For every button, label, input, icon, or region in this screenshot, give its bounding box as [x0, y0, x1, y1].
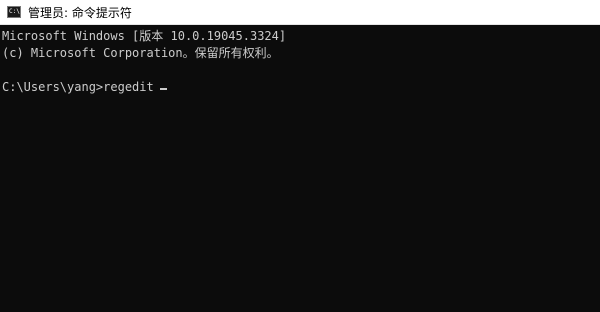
console-output-area[interactable]: Microsoft Windows [版本 10.0.19045.3324] (…: [0, 25, 600, 312]
cmd-console-icon: C:\: [7, 6, 21, 18]
console-version-line: Microsoft Windows [版本 10.0.19045.3324]: [2, 29, 287, 43]
console-copyright-line: (c) Microsoft Corporation。保留所有权利。: [2, 46, 279, 60]
title-bar[interactable]: C:\ 管理员: 命令提示符: [0, 0, 600, 25]
prompt-command-text: C:\Users\yang>regedit: [2, 80, 154, 94]
window-title: 管理员: 命令提示符: [28, 5, 132, 20]
text-cursor: [159, 88, 167, 90]
command-prompt-window: C:\ 管理员: 命令提示符 Microsoft Windows [版本 10.…: [0, 0, 600, 312]
console-prompt-line[interactable]: C:\Users\yang>regedit: [2, 79, 600, 96]
